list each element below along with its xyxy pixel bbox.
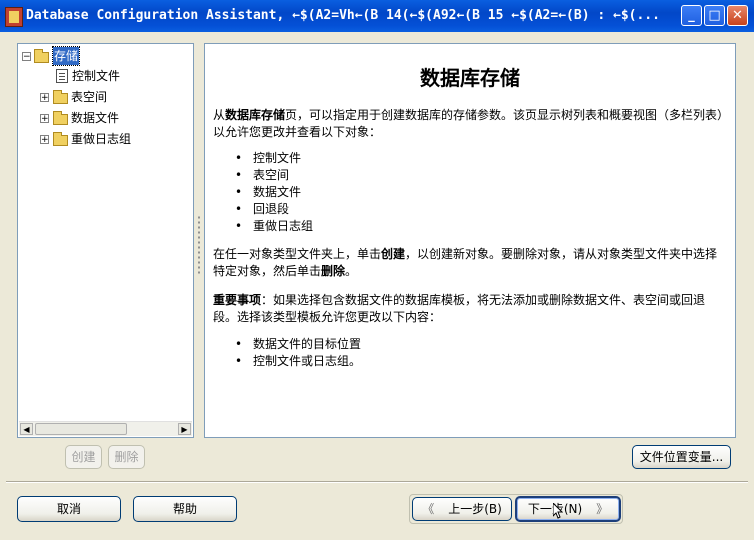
list-item: 数据文件: [235, 184, 313, 201]
chevron-right-icon: 》: [596, 502, 609, 516]
tree-node-label[interactable]: 数据文件: [71, 109, 119, 127]
list-item: 数据文件的目标位置: [235, 336, 361, 353]
expand-icon[interactable]: +: [40, 93, 49, 103]
list-item: 控制文件或日志组。: [235, 353, 361, 370]
scroll-right-icon[interactable]: ▶: [178, 423, 191, 435]
folder-icon: [53, 132, 68, 146]
chevron-left-icon: 《: [422, 502, 435, 516]
folder-icon: [53, 90, 68, 104]
page-title: 数据库存储: [420, 66, 520, 90]
scroll-thumb[interactable]: [35, 423, 127, 435]
create-button[interactable]: 创建: [65, 445, 102, 469]
changeable-items-list: 数据文件的目标位置 控制文件或日志组。: [235, 336, 361, 370]
folder-open-icon: [34, 49, 49, 63]
help-content-panel: 数据库存储 从数据库存储页，可以指定用于创建数据库的存储参数。该页显示树列表和概…: [204, 43, 736, 438]
list-item: 重做日志组: [235, 218, 313, 235]
scroll-left-icon[interactable]: ◀: [20, 423, 33, 435]
mouse-cursor-icon: [553, 503, 563, 519]
file-location-variables-button[interactable]: 文件位置变量...: [632, 445, 731, 469]
intro-paragraph: 从数据库存储页，可以指定用于创建数据库的存储参数。该页显示树列表和概要视图（多栏…: [213, 108, 724, 139]
next-button[interactable]: 下一步(N)》: [515, 496, 621, 522]
app-icon: [5, 7, 23, 27]
list-item: 表空间: [235, 167, 313, 184]
storage-objects-list: 控制文件 表空间 数据文件 回退段 重做日志组: [235, 150, 313, 235]
help-button[interactable]: 帮助: [133, 496, 237, 522]
create-delete-paragraph: 在任一对象类型文件夹上，单击创建，以创建新对象。要删除对象，请从对象类型文件夹中…: [213, 247, 718, 278]
back-button[interactable]: 《上一步(B): [412, 497, 512, 521]
minimize-button[interactable]: _: [681, 5, 702, 26]
storage-tree[interactable]: − 存储 控制文件 + 表空间 + 数据文件 + 重做日志组 ◀ ▶: [17, 43, 194, 438]
tree-node-label[interactable]: 表空间: [71, 88, 107, 106]
separator: [6, 481, 748, 483]
list-item: 回退段: [235, 201, 313, 218]
window-title: Database Configuration Assistant, ←$(A2=…: [26, 8, 660, 23]
cancel-button[interactable]: 取消: [17, 496, 121, 522]
tree-node-label[interactable]: 重做日志组: [71, 130, 131, 148]
expand-icon[interactable]: +: [40, 114, 49, 124]
list-item: 控制文件: [235, 150, 313, 167]
collapse-icon[interactable]: −: [22, 52, 31, 62]
tree-node-label[interactable]: 存储: [51, 46, 81, 66]
tree-node-label[interactable]: 控制文件: [72, 67, 120, 85]
title-bar: Database Configuration Assistant, ←$(A2=…: [0, 0, 754, 32]
folder-icon: [53, 111, 68, 125]
document-icon: [56, 69, 68, 83]
close-button[interactable]: ✕: [727, 5, 748, 26]
horizontal-scrollbar[interactable]: ◀ ▶: [19, 421, 192, 436]
maximize-button[interactable]: □: [704, 5, 725, 26]
expand-icon[interactable]: +: [40, 135, 49, 145]
panel-splitter[interactable]: [197, 215, 201, 275]
delete-button[interactable]: 删除: [108, 445, 145, 469]
important-paragraph: 重要事项：如果选择包含数据文件的数据库模板，将无法添加或删除数据文件、表空间或回…: [213, 293, 706, 324]
